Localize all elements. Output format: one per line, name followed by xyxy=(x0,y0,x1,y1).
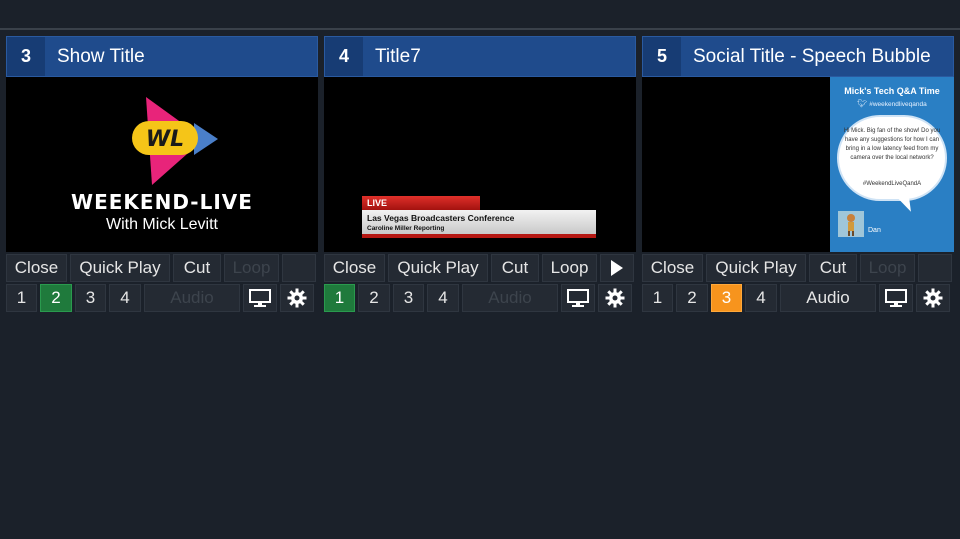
layer-row: 1 2 3 4 Audio xyxy=(324,284,636,312)
author-name: Dan xyxy=(868,227,881,234)
layer-row: 1 2 3 4 Audio xyxy=(6,284,318,312)
panel-title-bar[interactable]: 5 Social Title - Speech Bubble xyxy=(642,36,954,77)
input-title: Show Title xyxy=(57,45,145,67)
layer-3-button[interactable]: 3 xyxy=(711,284,742,312)
gear-icon[interactable] xyxy=(280,284,314,312)
lower-third-byline: Caroline Miller Reporting xyxy=(367,225,445,232)
transport-row: Close Quick Play Cut Loop xyxy=(642,254,954,282)
input-preview[interactable]: Mick's Tech Q&A Time 🐦︎ #weekendliveqand… xyxy=(642,77,954,252)
loop-button[interactable]: Loop xyxy=(860,254,915,282)
input-title: Title7 xyxy=(375,45,421,67)
bubble-hashtag: #WeekendLiveQandA xyxy=(862,181,922,187)
layer-2-button[interactable]: 2 xyxy=(40,284,72,312)
layer-3-button[interactable]: 3 xyxy=(393,284,424,312)
input-panel-5: 5 Social Title - Speech Bubble Mick's Te… xyxy=(642,36,954,312)
weekend-live-logo: WL xyxy=(132,97,218,185)
quick-play-button[interactable]: Quick Play xyxy=(706,254,806,282)
show-name: WEEKEND-LIVE xyxy=(71,190,253,214)
transport-row: Close Quick Play Cut Loop xyxy=(324,254,636,282)
quick-play-button[interactable]: Quick Play xyxy=(388,254,488,282)
layer-row: 1 2 3 4 Audio xyxy=(642,284,954,312)
layer-4-button[interactable]: 4 xyxy=(745,284,777,312)
layer-4-button[interactable]: 4 xyxy=(427,284,459,312)
input-panel-3: 3 Show Title WL WEEKEND-LIVE With Mick L… xyxy=(6,36,318,312)
cut-button[interactable]: Cut xyxy=(491,254,539,282)
twitter-icon: 🐦︎ xyxy=(857,99,868,108)
lower-third-headline: Las Vegas Broadcasters Conference xyxy=(367,213,515,223)
bubble-message: Hi Mick. Big fan of the show! Do you hav… xyxy=(843,128,941,161)
monitor-icon[interactable] xyxy=(243,284,277,312)
audio-button[interactable]: Audio xyxy=(462,284,558,312)
input-number: 3 xyxy=(7,37,45,76)
input-panel-4: 4 Title7 LIVE Las Vegas Broadcasters Con… xyxy=(324,36,636,312)
play-icon[interactable] xyxy=(600,254,634,282)
card-title: Mick's Tech Q&A Time xyxy=(844,86,940,96)
speech-bubble-card: Mick's Tech Q&A Time 🐦︎ #weekendliveqand… xyxy=(830,77,954,252)
top-divider xyxy=(0,28,960,30)
input-title: Social Title - Speech Bubble xyxy=(693,45,931,67)
audio-button[interactable]: Audio xyxy=(780,284,876,312)
empty-slot xyxy=(918,254,952,282)
layer-1-button[interactable]: 1 xyxy=(6,284,37,312)
gear-icon[interactable] xyxy=(598,284,632,312)
input-preview[interactable]: LIVE Las Vegas Broadcasters Conference C… xyxy=(324,77,636,252)
lower-third: Las Vegas Broadcasters Conference Caroli… xyxy=(362,210,596,238)
gear-icon[interactable] xyxy=(916,284,950,312)
monitor-icon[interactable] xyxy=(561,284,595,312)
cut-button[interactable]: Cut xyxy=(173,254,221,282)
input-number: 5 xyxy=(643,37,681,76)
input-number: 4 xyxy=(325,37,363,76)
loop-button[interactable]: Loop xyxy=(224,254,279,282)
layer-2-button[interactable]: 2 xyxy=(358,284,390,312)
close-button[interactable]: Close xyxy=(6,254,67,282)
layer-4-button[interactable]: 4 xyxy=(109,284,141,312)
input-preview[interactable]: WL WEEKEND-LIVE With Mick Levitt xyxy=(6,77,318,252)
layer-1-button[interactable]: 1 xyxy=(324,284,355,312)
live-tag: LIVE xyxy=(362,196,480,210)
monitor-icon[interactable] xyxy=(879,284,913,312)
card-handle: 🐦︎ #weekendliveqanda xyxy=(857,99,927,108)
empty-slot xyxy=(282,254,316,282)
logo-text: WL xyxy=(146,127,184,152)
panel-title-bar[interactable]: 3 Show Title xyxy=(6,36,318,77)
layer-3-button[interactable]: 3 xyxy=(75,284,106,312)
layer-2-button[interactable]: 2 xyxy=(676,284,708,312)
show-subtitle: With Mick Levitt xyxy=(105,216,218,233)
quick-play-button[interactable]: Quick Play xyxy=(70,254,170,282)
audio-button[interactable]: Audio xyxy=(144,284,240,312)
loop-button[interactable]: Loop xyxy=(542,254,597,282)
transport-row: Close Quick Play Cut Loop xyxy=(6,254,318,282)
close-button[interactable]: Close xyxy=(324,254,385,282)
close-button[interactable]: Close xyxy=(642,254,703,282)
cut-button[interactable]: Cut xyxy=(809,254,857,282)
panel-title-bar[interactable]: 4 Title7 xyxy=(324,36,636,77)
layer-1-button[interactable]: 1 xyxy=(642,284,673,312)
avatar xyxy=(838,211,864,237)
